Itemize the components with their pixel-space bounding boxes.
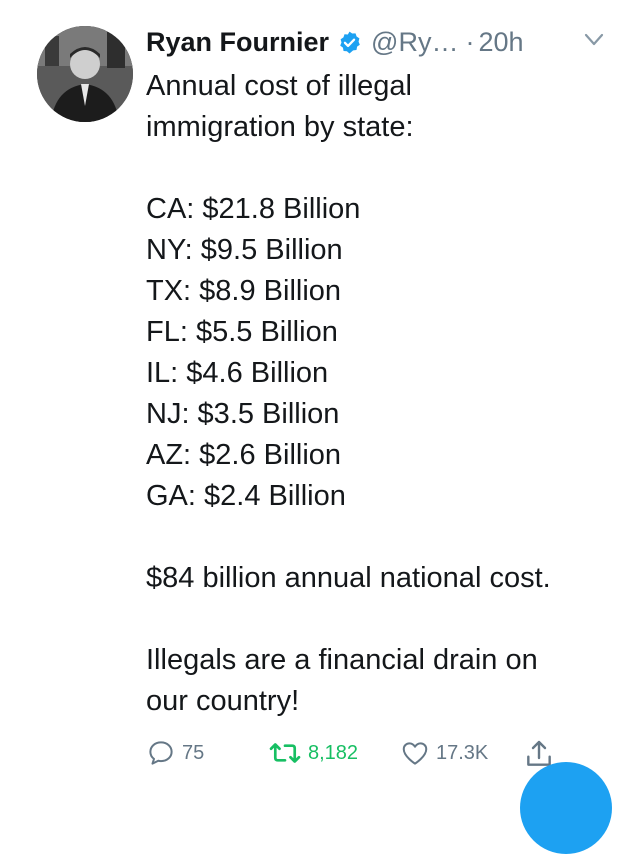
reply-button[interactable]: 75 [146,738,204,768]
reply-icon [149,741,173,765]
tweet-line: our country! [146,685,300,717]
author-avatar[interactable] [37,26,133,122]
verified-badge-icon [337,30,362,55]
tweet-body: Annual cost of illegal immigration by st… [146,66,626,722]
author-handle[interactable]: @Ry… [371,27,458,58]
author-name[interactable]: Ryan Fournier [146,27,329,58]
tweet-line: TX: $8.9 Billion [146,275,342,307]
retweet-count: 8,182 [308,741,359,764]
tweet-header: Ryan Fournier @Ry… · 20h [146,22,524,62]
tweet-line: immigration by state: [146,111,414,143]
chevron-down-icon[interactable] [584,33,604,47]
tweet-line: Annual cost of illegal [146,70,412,102]
tweet-line: CA: $21.8 Billion [146,193,361,225]
tweet-line: FL: $5.5 Billion [146,316,338,348]
tweet-timestamp[interactable]: 20h [478,27,523,58]
like-count: 17.3K [436,741,489,764]
avatar-photo [37,26,133,122]
tweet-line: Illegals are a financial drain on [146,644,538,676]
reply-count: 75 [182,741,205,764]
tweet-line: AZ: $2.6 Billion [146,439,342,471]
heart-icon [402,742,428,765]
retweet-button[interactable]: 8,182 [268,738,358,768]
tweet-line: NJ: $3.5 Billion [146,398,340,430]
header-separator: · [465,26,475,57]
retweet-icon [269,743,301,763]
tweet-line: IL: $4.6 Billion [146,357,329,389]
like-button[interactable]: 17.3K [400,738,488,768]
tweet-line: NY: $9.5 Billion [146,234,343,266]
tweet-line: GA: $2.4 Billion [146,480,346,512]
tweet-line: $84 billion annual national cost. [146,562,551,594]
compose-tweet-button[interactable] [520,762,612,854]
